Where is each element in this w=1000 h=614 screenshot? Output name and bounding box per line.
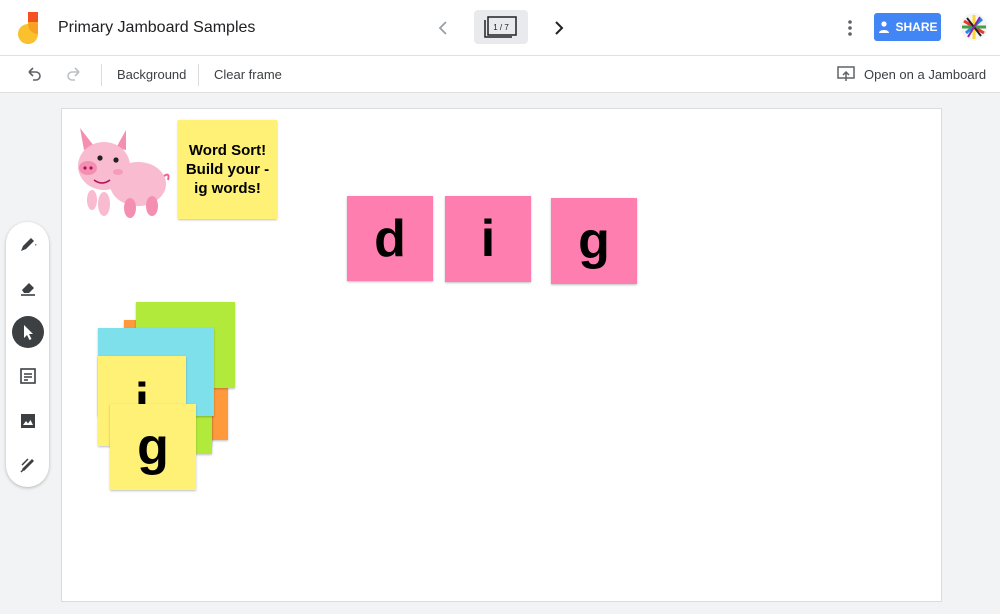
note-letter: g <box>578 212 610 270</box>
laser-icon <box>20 458 34 473</box>
frame-bar-button[interactable]: 1 / 7 <box>474 10 528 44</box>
pen-icon <box>21 238 37 251</box>
document-title[interactable]: Primary Jamboard Samples <box>58 19 255 37</box>
laser-tool-button[interactable] <box>12 449 44 481</box>
note-letter: i <box>480 210 496 268</box>
pig-illustration[interactable] <box>70 116 170 222</box>
tool-rail <box>6 222 49 487</box>
undo-icon[interactable] <box>24 64 44 84</box>
note-letter: d <box>374 209 406 268</box>
toolbar-divider <box>198 64 199 86</box>
cast-to-device-icon <box>837 66 855 81</box>
eraser-tool-button[interactable] <box>12 272 44 304</box>
instruction-text: Word Sort! Build your -ig words! <box>185 142 270 197</box>
sticky-note-tool-button[interactable] <box>12 360 44 392</box>
select-tool-button[interactable] <box>12 316 44 348</box>
toolbar-divider <box>101 64 102 86</box>
app-header: Primary Jamboard Samples 1 / 7 SHARE <box>0 0 1000 56</box>
avatar[interactable] <box>960 13 988 41</box>
eraser-icon <box>21 283 35 296</box>
chevron-left-icon[interactable] <box>432 16 456 40</box>
background-button[interactable]: Background <box>117 67 186 82</box>
sticky-note-icon <box>20 368 36 384</box>
sticky-note-d[interactable]: d <box>347 196 433 281</box>
share-label: SHARE <box>895 20 938 34</box>
clear-frame-button[interactable]: Clear frame <box>214 67 282 82</box>
instruction-sticky-note[interactable]: Word Sort! Build your -ig words! <box>178 120 277 219</box>
jamboard-logo-icon[interactable] <box>16 12 40 44</box>
image-icon <box>21 414 35 428</box>
select-icon <box>24 325 33 340</box>
more-vert-icon[interactable] <box>838 16 862 40</box>
note-letter: g <box>137 418 169 476</box>
sticky-note-i[interactable]: i <box>445 196 531 282</box>
share-button[interactable]: SHARE <box>874 13 941 41</box>
frame-counter: 1 / 7 <box>493 23 509 32</box>
image-tool-button[interactable] <box>12 405 44 437</box>
sticky-note-g-stack[interactable]: g <box>110 404 196 490</box>
redo-icon[interactable] <box>64 64 84 84</box>
action-toolbar: Background Clear frame Open on a Jamboar… <box>0 56 1000 93</box>
person-add-icon <box>879 21 890 33</box>
sticky-note-g[interactable]: g <box>551 198 637 284</box>
pen-tool-button[interactable] <box>12 228 44 260</box>
chevron-right-icon[interactable] <box>546 16 570 40</box>
open-on-jamboard-button[interactable]: Open on a Jamboard <box>836 64 986 84</box>
open-jamboard-label: Open on a Jamboard <box>864 66 987 82</box>
